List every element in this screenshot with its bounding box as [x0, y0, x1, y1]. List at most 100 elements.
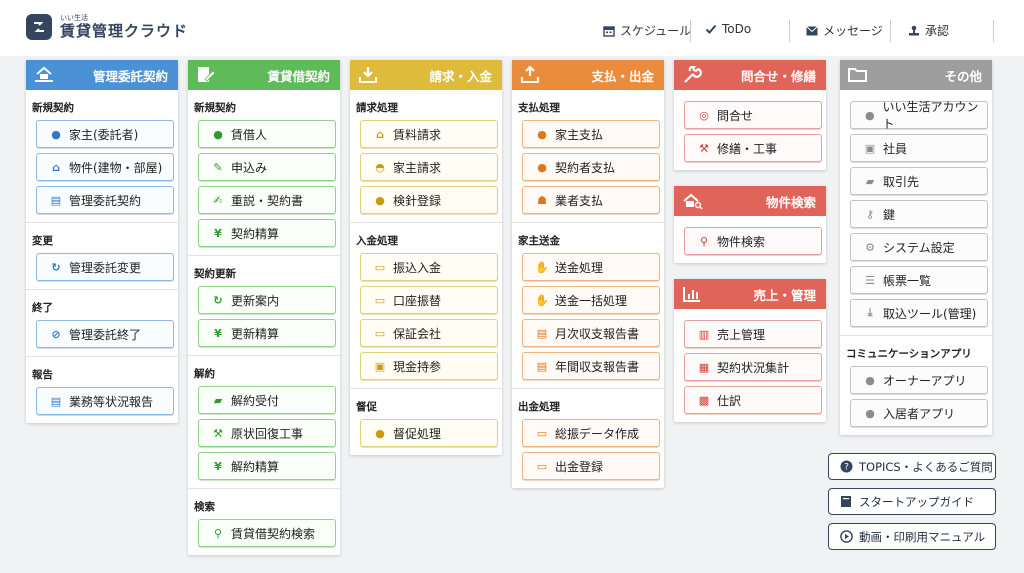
- gear-icon: ⚙: [865, 240, 875, 254]
- management-change-button[interactable]: ↻ 管理委託変更: [36, 253, 174, 281]
- property-search-button[interactable]: ⚲ 物件検索: [684, 227, 822, 255]
- inquiry-button[interactable]: ◎ 問合せ: [684, 101, 822, 129]
- button-label: 月次収支報告書: [555, 326, 640, 341]
- button-label: 物件検索: [717, 234, 766, 249]
- topics-faq-button[interactable]: ? TOPICS・よくあるご質問: [828, 453, 996, 480]
- management-end-button[interactable]: ⊘ 管理委託終了: [36, 320, 174, 348]
- cancellation-settlement-button[interactable]: ¥ 解約精算: [198, 452, 336, 480]
- property-button[interactable]: ⌂ 物件(建物・部屋): [36, 153, 174, 181]
- vendor-payment-button[interactable]: ☗ 業者支払: [522, 186, 660, 214]
- search-icon: ⚲: [213, 526, 223, 540]
- withdrawal-entry-button[interactable]: ▭ 出金登録: [522, 452, 660, 480]
- lease-search-button[interactable]: ⚲ 賃貸借契約検索: [198, 519, 336, 547]
- key-button[interactable]: ⚷ 鍵: [850, 200, 988, 228]
- nav-todo-label: ToDo: [722, 22, 752, 36]
- status-report-button[interactable]: ▤ 業務等状況報告: [36, 387, 174, 415]
- tenant-button[interactable]: ● 賃借人: [198, 120, 336, 148]
- document-icon: ▤: [536, 359, 548, 373]
- button-label: 口座振替: [393, 293, 442, 308]
- transfer-data-button[interactable]: ▭ 総振データ作成: [522, 419, 660, 447]
- account-transfer-button[interactable]: ▭ 口座振替: [360, 286, 498, 314]
- folder-icon: [848, 68, 867, 82]
- owner-billing-button[interactable]: ◓ 家主請求: [360, 153, 498, 181]
- repair-work-button[interactable]: ⚒ 修繕・工事: [684, 134, 822, 162]
- person-icon: ●: [51, 127, 61, 141]
- app-logo[interactable]: いい生活 賃貸管理クラウド: [26, 14, 188, 40]
- guarantee-company-button[interactable]: ▭ 保証会社: [360, 319, 498, 347]
- column-header: 支払・出金: [512, 60, 664, 90]
- table-icon: ▦: [698, 360, 710, 374]
- nav-approval[interactable]: 承認: [908, 22, 949, 39]
- section-communication-apps: コミュニケーションアプリ ● オーナーアプリ ● 入居者アプリ: [840, 336, 992, 435]
- employee-button[interactable]: ▣ 社員: [850, 134, 988, 162]
- startup-guide-button[interactable]: スタートアップガイド: [828, 488, 996, 515]
- column-header: 管理委託契約: [26, 60, 178, 90]
- document-icon: ▤: [50, 193, 62, 207]
- cash-button[interactable]: ▣ 現金持参: [360, 352, 498, 380]
- card-icon: ▭: [374, 326, 386, 340]
- gauge-icon: ◓: [375, 160, 385, 174]
- play-icon: [839, 530, 853, 544]
- contract-status-button[interactable]: ▦ 契約状況集計: [684, 353, 822, 381]
- yen-icon: ¥: [214, 326, 222, 340]
- upload-tray-icon: [521, 66, 539, 83]
- section-new-contract: 新規契約 ● 賃借人 ✎ 申込み ✍ 重説・契約書 ¥ 契約精算: [188, 90, 340, 256]
- card-icon: ▭: [374, 260, 386, 274]
- section-label: 出金処理: [518, 401, 560, 413]
- renewal-notice-button[interactable]: ↻ 更新案内: [198, 286, 336, 314]
- journal-button[interactable]: ▩ 仕訳: [684, 386, 822, 414]
- transfer-deposit-button[interactable]: ▭ 振込入金: [360, 253, 498, 281]
- meter-reading-button[interactable]: ● 検針登録: [360, 186, 498, 214]
- column-header: その他: [840, 60, 992, 90]
- section-property-search: ⚲ 物件検索: [674, 216, 826, 263]
- remittance-button[interactable]: ✋ 送金処理: [522, 253, 660, 281]
- column-management-contract: 管理委託契約 新規契約 ● 家主(委託者) ⌂ 物件(建物・部屋) ▤ 管理委託…: [26, 60, 178, 423]
- owner-button[interactable]: ● 家主(委託者): [36, 120, 174, 148]
- contract-settlement-button[interactable]: ¥ 契約精算: [198, 219, 336, 247]
- section-end: 終了 ⊘ 管理委託終了: [26, 290, 178, 357]
- nav-todo[interactable]: ToDo: [705, 22, 751, 36]
- button-label: 更新精算: [231, 326, 280, 341]
- management-contract-button[interactable]: ▤ 管理委託契約: [36, 186, 174, 214]
- owner-payment-button[interactable]: ● 家主支払: [522, 120, 660, 148]
- button-label: 更新案内: [231, 293, 280, 308]
- nav-message[interactable]: メッセージ: [806, 22, 883, 39]
- button-label: 督促処理: [393, 426, 442, 441]
- section-label: 請求処理: [356, 102, 398, 114]
- wrench-icon: ⚒: [213, 426, 223, 440]
- account-button[interactable]: ● いい生活アカウント: [850, 100, 988, 131]
- button-label: 原状回復工事: [231, 426, 304, 441]
- briefcase-icon: ▰: [865, 174, 875, 188]
- application-button[interactable]: ✎ 申込み: [198, 153, 336, 181]
- section-deposit: 入金処理 ▭ 振込入金 ▭ 口座振替 ▭ 保証会社 ▣ 現金持参: [350, 223, 502, 389]
- annual-report-button[interactable]: ▤ 年間収支報告書: [522, 352, 660, 380]
- explanation-contract-button[interactable]: ✍ 重説・契約書: [198, 186, 336, 214]
- resident-app-button[interactable]: ● 入居者アプリ: [850, 399, 988, 427]
- dunning-button[interactable]: ● 督促処理: [360, 419, 498, 447]
- cancellation-reception-button[interactable]: ▰ 解約受付: [198, 386, 336, 414]
- form-list-button[interactable]: ☰ 帳票一覧: [850, 266, 988, 294]
- section-withdrawal: 出金処理 ▭ 総振データ作成 ▭ 出金登録: [512, 389, 664, 488]
- nav-divider: [993, 20, 994, 42]
- owner-app-button[interactable]: ● オーナーアプリ: [850, 366, 988, 394]
- monthly-report-button[interactable]: ▤ 月次収支報告書: [522, 319, 660, 347]
- import-tool-button[interactable]: ⤓ 取込ツール(管理): [850, 299, 988, 327]
- contractor-payment-button[interactable]: ● 契約者支払: [522, 153, 660, 181]
- column-title: 問合せ・修繕: [740, 68, 816, 84]
- nav-schedule[interactable]: スケジュール: [603, 22, 691, 39]
- bulk-remittance-button[interactable]: ✋ 送金一括処理: [522, 286, 660, 314]
- download-icon: ⤓: [867, 306, 873, 319]
- restoration-work-button[interactable]: ⚒ 原状回復工事: [198, 419, 336, 447]
- system-settings-button[interactable]: ⚙ システム設定: [850, 233, 988, 261]
- wrench-icon: ⚒: [699, 141, 709, 155]
- section-other: ● いい生活アカウント ▣ 社員 ▰ 取引先 ⚷ 鍵 ⚙ システム設定 ☰ 帳票一覧 ⤓ 取込…: [840, 90, 992, 336]
- video-manual-button[interactable]: 動画・印刷用マニュアル: [828, 523, 996, 550]
- sales-management-button[interactable]: ▥ 売上管理: [684, 320, 822, 348]
- button-label: 家主支払: [555, 127, 604, 142]
- renewal-settlement-button[interactable]: ¥ 更新精算: [198, 319, 336, 347]
- rent-billing-button[interactable]: ⌂ 賃料請求: [360, 120, 498, 148]
- business-partner-button[interactable]: ▰ 取引先: [850, 167, 988, 195]
- button-label: 現金持参: [393, 359, 442, 374]
- document-icon: ▤: [536, 326, 548, 340]
- calendar-icon: [603, 25, 615, 37]
